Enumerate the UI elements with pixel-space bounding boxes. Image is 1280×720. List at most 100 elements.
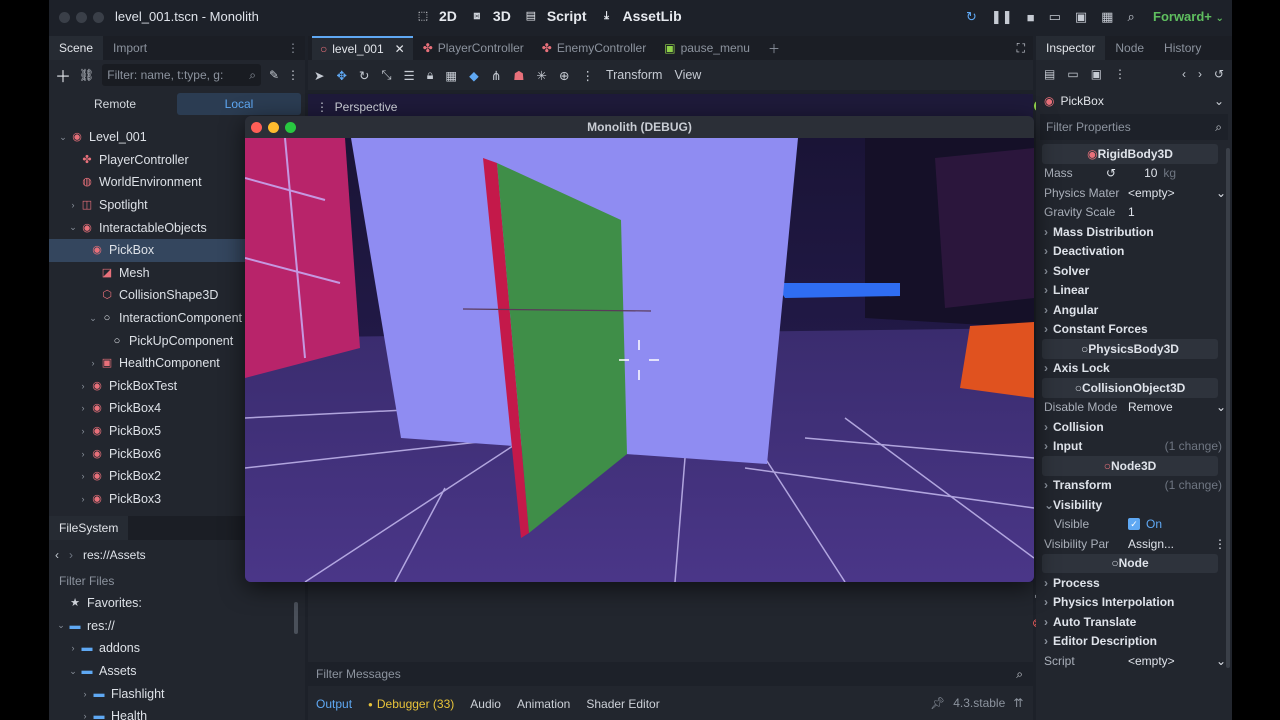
filter-messages-input[interactable]: Filter Messages ⌕ bbox=[308, 662, 1033, 686]
inspector-row-constant-forces[interactable]: › Constant Forces bbox=[1036, 320, 1226, 340]
filesystem-item[interactable]: ⌄ ▬ res:// bbox=[49, 615, 305, 638]
play-custom-icon[interactable]: ⌕ bbox=[1127, 9, 1134, 25]
kebab-icon[interactable]: ⋮ bbox=[1214, 537, 1226, 551]
reset-icon[interactable]: ↺ bbox=[1106, 166, 1116, 180]
mode-script-button[interactable]: ▤ Script bbox=[525, 8, 587, 24]
remote-button[interactable]: Remote bbox=[53, 97, 177, 111]
inspector-scrollbar[interactable] bbox=[1226, 148, 1230, 668]
tab-import[interactable]: Import bbox=[103, 36, 157, 60]
chevron-right-icon[interactable]: › bbox=[77, 381, 89, 391]
mode-assetlib-button[interactable]: ⤓ AssetLib bbox=[601, 8, 682, 24]
chevron-right-icon[interactable]: › bbox=[79, 689, 91, 699]
scene-tab[interactable]: ○ level_001 ✕ bbox=[312, 36, 413, 60]
open-resource-icon[interactable]: ▭ bbox=[1067, 67, 1078, 81]
tab-filesystem[interactable]: FileSystem bbox=[49, 516, 129, 540]
filesystem-item[interactable]: › ▬ Health bbox=[49, 705, 305, 720]
script-attach-icon[interactable]: ✎ bbox=[269, 68, 279, 82]
close-icon[interactable]: ✕ bbox=[395, 42, 405, 56]
forward-icon[interactable]: › bbox=[69, 548, 73, 562]
save-resource-icon[interactable]: ▣ bbox=[1091, 67, 1102, 81]
more-icon[interactable]: ⋮ bbox=[581, 68, 594, 83]
history-icon[interactable]: ↺ bbox=[1214, 67, 1224, 81]
inspector-row-linear[interactable]: › Linear bbox=[1036, 281, 1226, 301]
history-forward-icon[interactable]: › bbox=[1198, 67, 1202, 81]
inspector-row-visible[interactable]: Visible ✓ On bbox=[1036, 515, 1226, 535]
chevron-down-icon[interactable]: ⌄ bbox=[87, 313, 99, 324]
minimize-icon[interactable] bbox=[268, 122, 279, 133]
inspector-row-mass[interactable]: Mass ↺ 10 kg bbox=[1036, 164, 1226, 184]
history-back-icon[interactable]: ‹ bbox=[1182, 67, 1186, 81]
local-space-icon[interactable]: ◆ bbox=[469, 68, 479, 83]
filesystem-scrollbar[interactable] bbox=[294, 602, 298, 634]
inspector-row-visibility-par[interactable]: Visibility Par Assign... ⋮ bbox=[1036, 534, 1226, 554]
movie-icon[interactable]: ▣ bbox=[1075, 9, 1087, 25]
environment-icon[interactable]: ⊕ bbox=[559, 68, 569, 83]
transform-menu[interactable]: Transform bbox=[606, 68, 663, 82]
expand-panel-icon[interactable]: ⇈ bbox=[1013, 696, 1023, 710]
list-select-icon[interactable]: ☰ bbox=[403, 68, 414, 83]
bottom-tab[interactable]: Animation bbox=[517, 697, 570, 711]
mode-3d-button[interactable]: ⧈ 3D bbox=[471, 8, 510, 24]
chevron-right-icon[interactable]: › bbox=[67, 200, 79, 210]
filesystem-item[interactable]: › ▬ Flashlight bbox=[49, 682, 305, 705]
select-tool-icon[interactable]: ➤ bbox=[314, 68, 324, 83]
group-icon[interactable]: ▦ bbox=[445, 68, 457, 83]
chevron-right-icon[interactable]: › bbox=[67, 643, 79, 653]
renderer-select[interactable]: Forward+ ⌄ bbox=[1153, 9, 1224, 24]
inspector-row-deactivation[interactable]: › Deactivation bbox=[1036, 242, 1226, 262]
rotate-tool-icon[interactable]: ↻ bbox=[359, 68, 369, 83]
game-debug-window[interactable]: Monolith (DEBUG) bbox=[245, 116, 1034, 582]
inspector-row-solver[interactable]: › Solver bbox=[1036, 261, 1226, 281]
inspector-row-script[interactable]: Script <empty> ⌄ bbox=[1036, 651, 1226, 671]
inspector-row-mass-distribution[interactable]: › Mass Distribution bbox=[1036, 222, 1226, 242]
scene-tab[interactable]: ▣ pause_menu bbox=[656, 36, 758, 60]
move-tool-icon[interactable]: ✥ bbox=[336, 68, 346, 83]
tab-node[interactable]: Node bbox=[1105, 36, 1154, 60]
inspector-row-editor-description[interactable]: › Editor Description bbox=[1036, 632, 1226, 652]
back-icon[interactable]: ‹ bbox=[55, 548, 59, 562]
inspector-row-transform[interactable]: › Transform (1 change) bbox=[1036, 476, 1226, 496]
filesystem-item[interactable]: ★ Favorites: bbox=[49, 592, 305, 615]
close-icon[interactable] bbox=[251, 122, 262, 133]
tab-history[interactable]: History bbox=[1154, 36, 1211, 60]
filesystem-item[interactable]: › ▬ addons bbox=[49, 637, 305, 660]
add-node-icon[interactable]: ＋ bbox=[55, 63, 71, 87]
lock-icon[interactable]: 🔒︎ bbox=[427, 68, 434, 83]
pin-icon[interactable]: 📌︎ bbox=[930, 696, 945, 710]
kebab-icon[interactable]: ⋮ bbox=[1114, 67, 1126, 81]
inspector-row-physics-interpolation[interactable]: › Physics Interpolation bbox=[1036, 593, 1226, 613]
bottom-tab[interactable]: Audio bbox=[470, 697, 501, 711]
inspector-row-input[interactable]: › Input (1 change) bbox=[1036, 437, 1226, 457]
inspector-row-process[interactable]: › Process bbox=[1036, 573, 1226, 593]
kebab-icon[interactable]: ⋮ bbox=[287, 68, 299, 82]
chevron-right-icon[interactable]: › bbox=[77, 494, 89, 504]
chevron-right-icon[interactable]: › bbox=[79, 711, 91, 720]
inspector-row-angular[interactable]: › Angular bbox=[1036, 300, 1226, 320]
inspector-row-axis-lock[interactable]: › Axis Lock bbox=[1036, 359, 1226, 379]
local-button[interactable]: Local bbox=[177, 93, 301, 115]
mode-2d-button[interactable]: ⬚ 2D bbox=[417, 8, 457, 24]
snap-icon[interactable]: ⋔ bbox=[491, 68, 501, 83]
inspector-row-auto-translate[interactable]: › Auto Translate bbox=[1036, 612, 1226, 632]
chevron-right-icon[interactable]: › bbox=[77, 403, 89, 413]
link-icon[interactable]: ⛓ bbox=[79, 68, 94, 82]
filesystem-item[interactable]: ⌄ ▬ Assets bbox=[49, 660, 305, 683]
chevron-down-icon[interactable]: ⌄ bbox=[57, 132, 69, 143]
sun-icon[interactable]: ✳ bbox=[536, 68, 546, 83]
chevron-right-icon[interactable]: › bbox=[77, 449, 89, 459]
chevron-right-icon[interactable]: › bbox=[77, 426, 89, 436]
bottom-tab[interactable]: Output bbox=[316, 697, 352, 711]
chevron-down-icon[interactable]: ⌄ bbox=[67, 666, 79, 677]
view-menu[interactable]: View bbox=[674, 68, 701, 82]
chevron-down-icon[interactable]: ⌄ bbox=[67, 222, 79, 233]
inspector-object-selector[interactable]: ◉ PickBox ⌄ bbox=[1036, 88, 1232, 114]
fullscreen-icon[interactable]: ⛶ bbox=[1017, 41, 1033, 56]
pause-icon[interactable]: ❚❚ bbox=[991, 9, 1013, 25]
bottom-tab[interactable]: Shader Editor bbox=[586, 697, 659, 711]
new-resource-icon[interactable]: ▤ bbox=[1044, 67, 1055, 81]
kebab-icon[interactable]: ⋮ bbox=[287, 41, 305, 55]
filesystem-path[interactable]: res://Assets bbox=[83, 548, 146, 562]
scene-tab[interactable]: ✤ EnemyController bbox=[534, 36, 654, 60]
stop-icon[interactable]: ■ bbox=[1027, 10, 1035, 25]
debug-window-controls[interactable] bbox=[251, 122, 302, 136]
